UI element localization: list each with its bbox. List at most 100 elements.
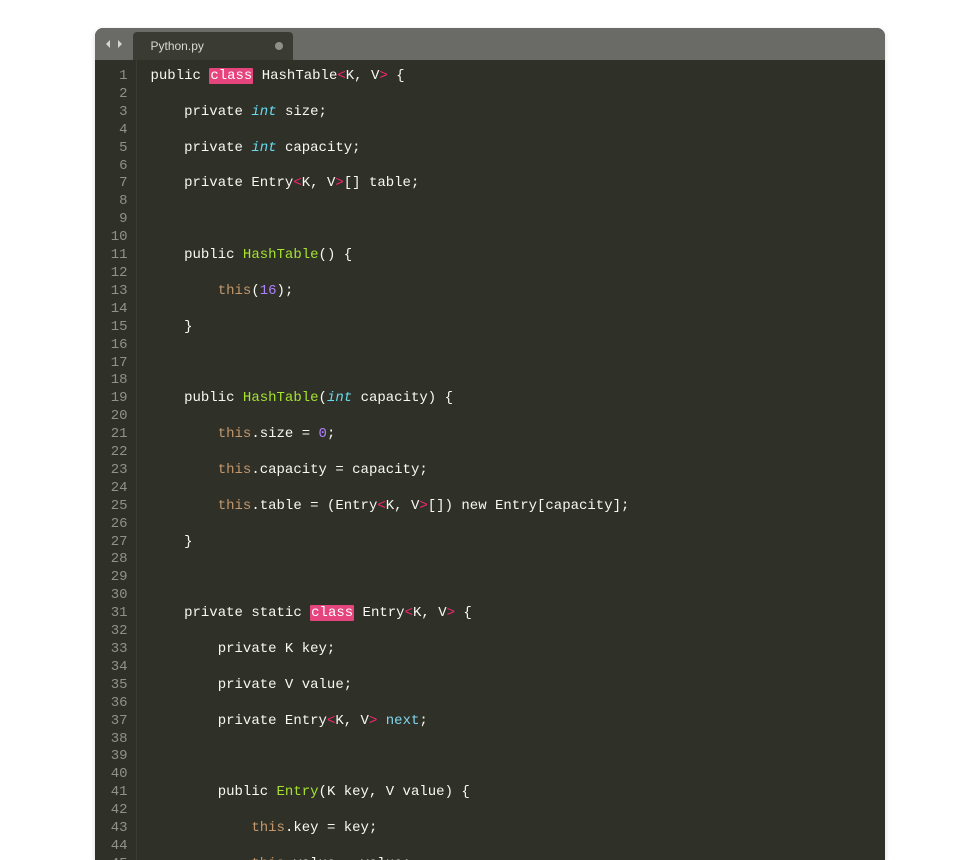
line-number: 33 [105, 641, 128, 659]
code-line: } [151, 319, 885, 337]
file-tab[interactable]: Python.py [133, 32, 293, 60]
code-line [151, 211, 885, 229]
tab-title: Python.py [151, 39, 204, 53]
line-number: 3 [105, 104, 128, 122]
line-number: 1 [105, 68, 128, 86]
line-number: 22 [105, 444, 128, 462]
line-number: 16 [105, 337, 128, 355]
code-line: private K key; [151, 641, 885, 659]
code-line [151, 516, 885, 534]
line-number: 5 [105, 140, 128, 158]
code-line [151, 623, 885, 641]
code-line: private int capacity; [151, 140, 885, 158]
code-line: public Entry(K key, V value) { [151, 784, 885, 802]
line-number: 10 [105, 229, 128, 247]
code-line: private int size; [151, 104, 885, 122]
code-line [151, 372, 885, 390]
code-line [151, 444, 885, 462]
line-number: 32 [105, 623, 128, 641]
code-line: public HashTable() { [151, 247, 885, 265]
code-line [151, 301, 885, 319]
line-number: 20 [105, 408, 128, 426]
line-number: 27 [105, 534, 128, 552]
line-number: 30 [105, 587, 128, 605]
line-number: 37 [105, 713, 128, 731]
code-line [151, 551, 885, 569]
code-line: private Entry<K, V>[] table; [151, 175, 885, 193]
line-number: 45 [105, 856, 128, 860]
code-line: this.table = (Entry<K, V>[]) new Entry[c… [151, 498, 885, 516]
line-number: 36 [105, 695, 128, 713]
code-line: public class HashTable<K, V> { [151, 68, 885, 86]
line-number: 28 [105, 551, 128, 569]
code-line [151, 193, 885, 211]
line-number: 15 [105, 319, 128, 337]
line-number: 6 [105, 158, 128, 176]
code-line: public HashTable(int capacity) { [151, 390, 885, 408]
code-line [151, 355, 885, 373]
line-number: 44 [105, 838, 128, 856]
line-number: 31 [105, 605, 128, 623]
line-number: 40 [105, 766, 128, 784]
tab-modified-indicator-icon [275, 42, 283, 50]
code-line [151, 229, 885, 247]
code-line: private Entry<K, V> next; [151, 713, 885, 731]
line-number: 9 [105, 211, 128, 229]
line-number: 42 [105, 802, 128, 820]
line-number: 12 [105, 265, 128, 283]
line-number: 26 [105, 516, 128, 534]
code-line [151, 766, 885, 784]
line-number: 4 [105, 122, 128, 140]
code-area[interactable]: public class HashTable<K, V> { private i… [137, 60, 885, 860]
code-line: private static class Entry<K, V> { [151, 605, 885, 623]
code-line [151, 802, 885, 820]
code-line: this(16); [151, 283, 885, 301]
line-number: 13 [105, 283, 128, 301]
line-number: 8 [105, 193, 128, 211]
line-number: 14 [105, 301, 128, 319]
line-number: 41 [105, 784, 128, 802]
code-line [151, 695, 885, 713]
line-number: 25 [105, 498, 128, 516]
line-number: 34 [105, 659, 128, 677]
code-line: this.value = value; [151, 856, 885, 860]
title-bar: Python.py [95, 28, 885, 60]
line-number: 18 [105, 372, 128, 390]
code-line [151, 480, 885, 498]
code-line [151, 408, 885, 426]
code-line [151, 86, 885, 104]
line-number: 23 [105, 462, 128, 480]
code-line [151, 659, 885, 677]
line-number: 7 [105, 175, 128, 193]
editor-window: Python.py 123456789101112131415161718192… [95, 28, 885, 860]
line-number: 35 [105, 677, 128, 695]
line-number: 17 [105, 355, 128, 373]
line-number: 21 [105, 426, 128, 444]
line-number: 38 [105, 731, 128, 749]
nav-back-icon[interactable] [103, 39, 113, 49]
code-line: this.size = 0; [151, 426, 885, 444]
code-line [151, 838, 885, 856]
tab-nav-arrows [95, 28, 133, 60]
code-line: } [151, 534, 885, 552]
line-number: 24 [105, 480, 128, 498]
line-number: 29 [105, 569, 128, 587]
code-line [151, 122, 885, 140]
code-line: private V value; [151, 677, 885, 695]
line-number: 19 [105, 390, 128, 408]
nav-forward-icon[interactable] [115, 39, 125, 49]
code-line: this.capacity = capacity; [151, 462, 885, 480]
code-line [151, 265, 885, 283]
editor-body: 1234567891011121314151617181920212223242… [95, 60, 885, 860]
code-line: this.key = key; [151, 820, 885, 838]
line-number: 43 [105, 820, 128, 838]
line-number: 39 [105, 748, 128, 766]
line-number: 2 [105, 86, 128, 104]
code-line [151, 569, 885, 587]
code-line [151, 748, 885, 766]
line-number-gutter: 1234567891011121314151617181920212223242… [95, 60, 137, 860]
code-line [151, 731, 885, 749]
line-number: 11 [105, 247, 128, 265]
code-line [151, 158, 885, 176]
code-line [151, 587, 885, 605]
